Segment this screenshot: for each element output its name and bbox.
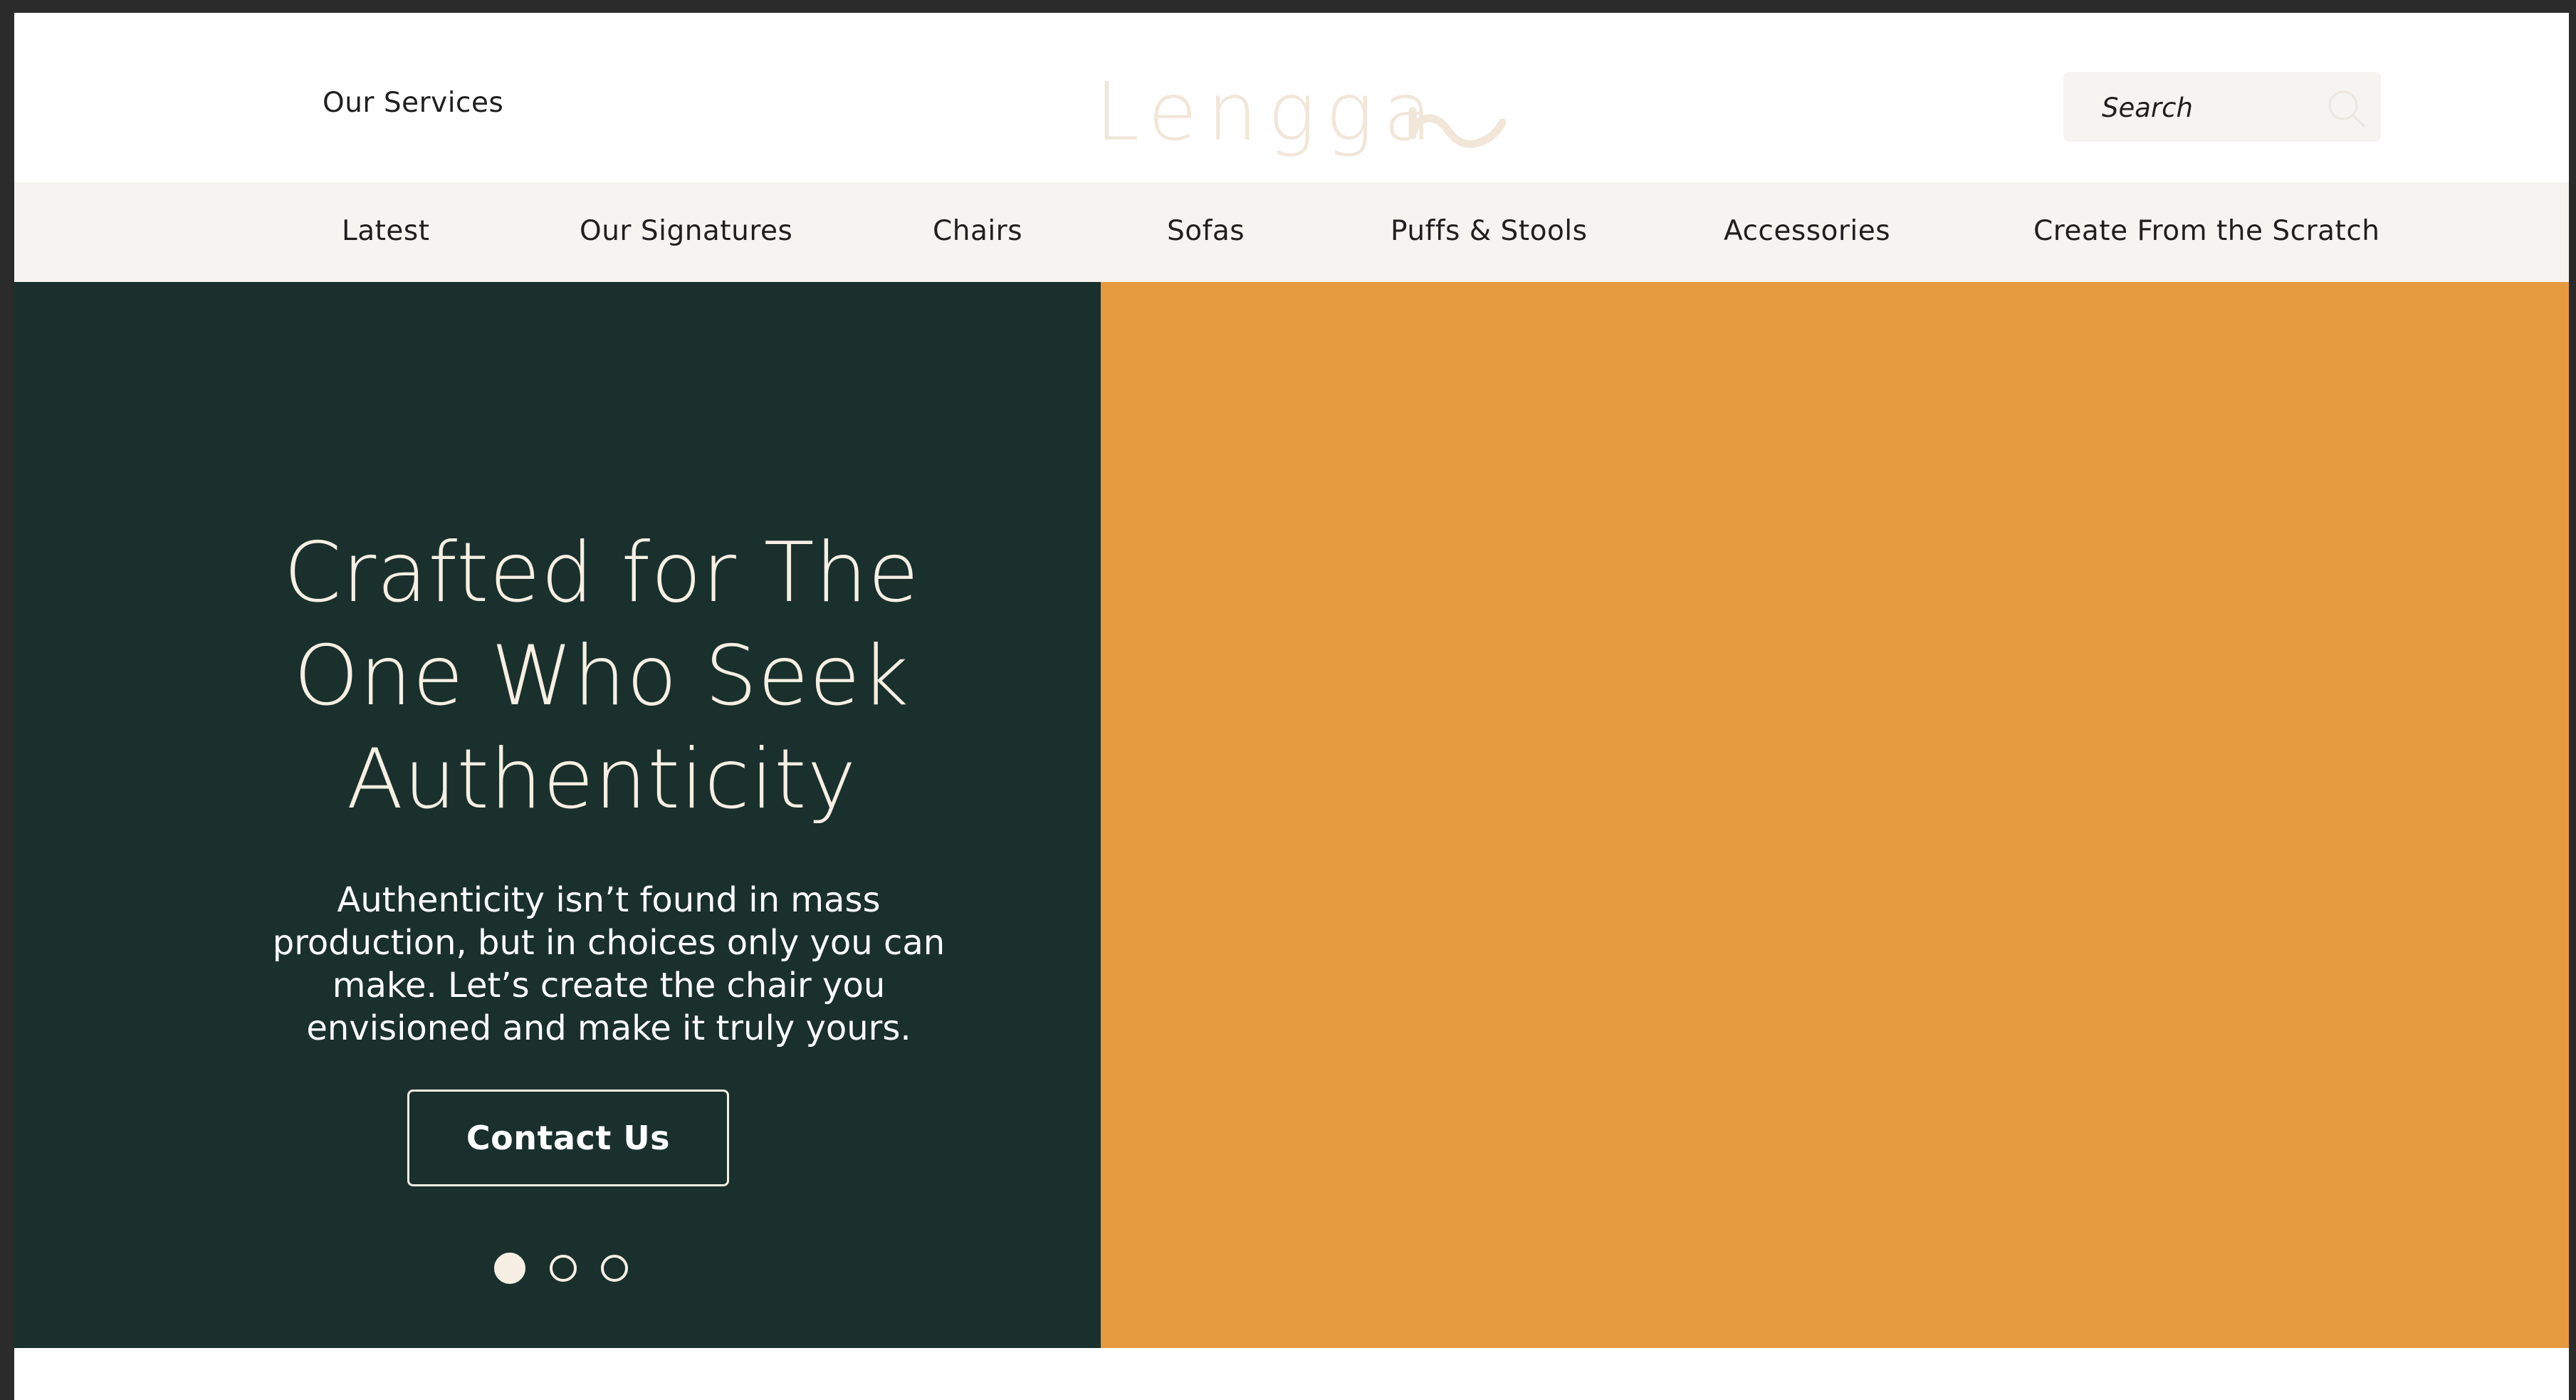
nav-item-accessories[interactable]: Accessories bbox=[1724, 215, 1890, 247]
swoosh-icon bbox=[1408, 107, 1507, 148]
hero-title: Crafted for The One Who Seek Authenticit… bbox=[199, 521, 1004, 831]
hero-image-panel bbox=[1101, 282, 2569, 1348]
hero-panel: Crafted for The One Who Seek Authenticit… bbox=[14, 282, 1101, 1348]
search-box[interactable] bbox=[2063, 72, 2381, 142]
contact-us-button[interactable]: Contact Us bbox=[407, 1090, 729, 1186]
carousel-dot-2[interactable] bbox=[550, 1255, 577, 1282]
site-header: Our Services Lengga bbox=[14, 13, 2569, 182]
logo[interactable]: Lengga bbox=[1095, 56, 1508, 169]
hero-title-line-1: Crafted for The bbox=[283, 525, 920, 621]
nav-item-create-from-scratch[interactable]: Create From the Scratch bbox=[2033, 215, 2380, 247]
nav-item-puffs-stools[interactable]: Puffs & Stools bbox=[1391, 215, 1587, 247]
search-input[interactable] bbox=[2100, 89, 2310, 126]
carousel-dots bbox=[494, 1253, 628, 1287]
nav-item-sofas[interactable]: Sofas bbox=[1167, 215, 1245, 247]
our-services-link[interactable]: Our Services bbox=[323, 87, 503, 119]
nav-item-our-signatures[interactable]: Our Signatures bbox=[580, 215, 792, 247]
logo-text: Lengga bbox=[1095, 66, 1443, 159]
carousel-dot-3[interactable] bbox=[601, 1255, 628, 1282]
category-nav: Latest Our Signatures Chairs Sofas Puffs… bbox=[14, 182, 2569, 282]
nav-item-latest[interactable]: Latest bbox=[342, 215, 430, 247]
hero-title-line-2: One Who Seek bbox=[293, 628, 910, 724]
nav-item-chairs[interactable]: Chairs bbox=[933, 215, 1022, 247]
search-icon[interactable] bbox=[2325, 88, 2367, 129]
hero-title-line-3: Authenticity bbox=[346, 731, 857, 827]
hero-description: Authenticity isn’t found in mass product… bbox=[272, 880, 946, 1048]
page: Our Services Lengga Latest Our Signature… bbox=[14, 13, 2569, 1400]
carousel-dot-1[interactable] bbox=[494, 1253, 525, 1284]
page-bottom-strip bbox=[14, 1348, 2569, 1400]
